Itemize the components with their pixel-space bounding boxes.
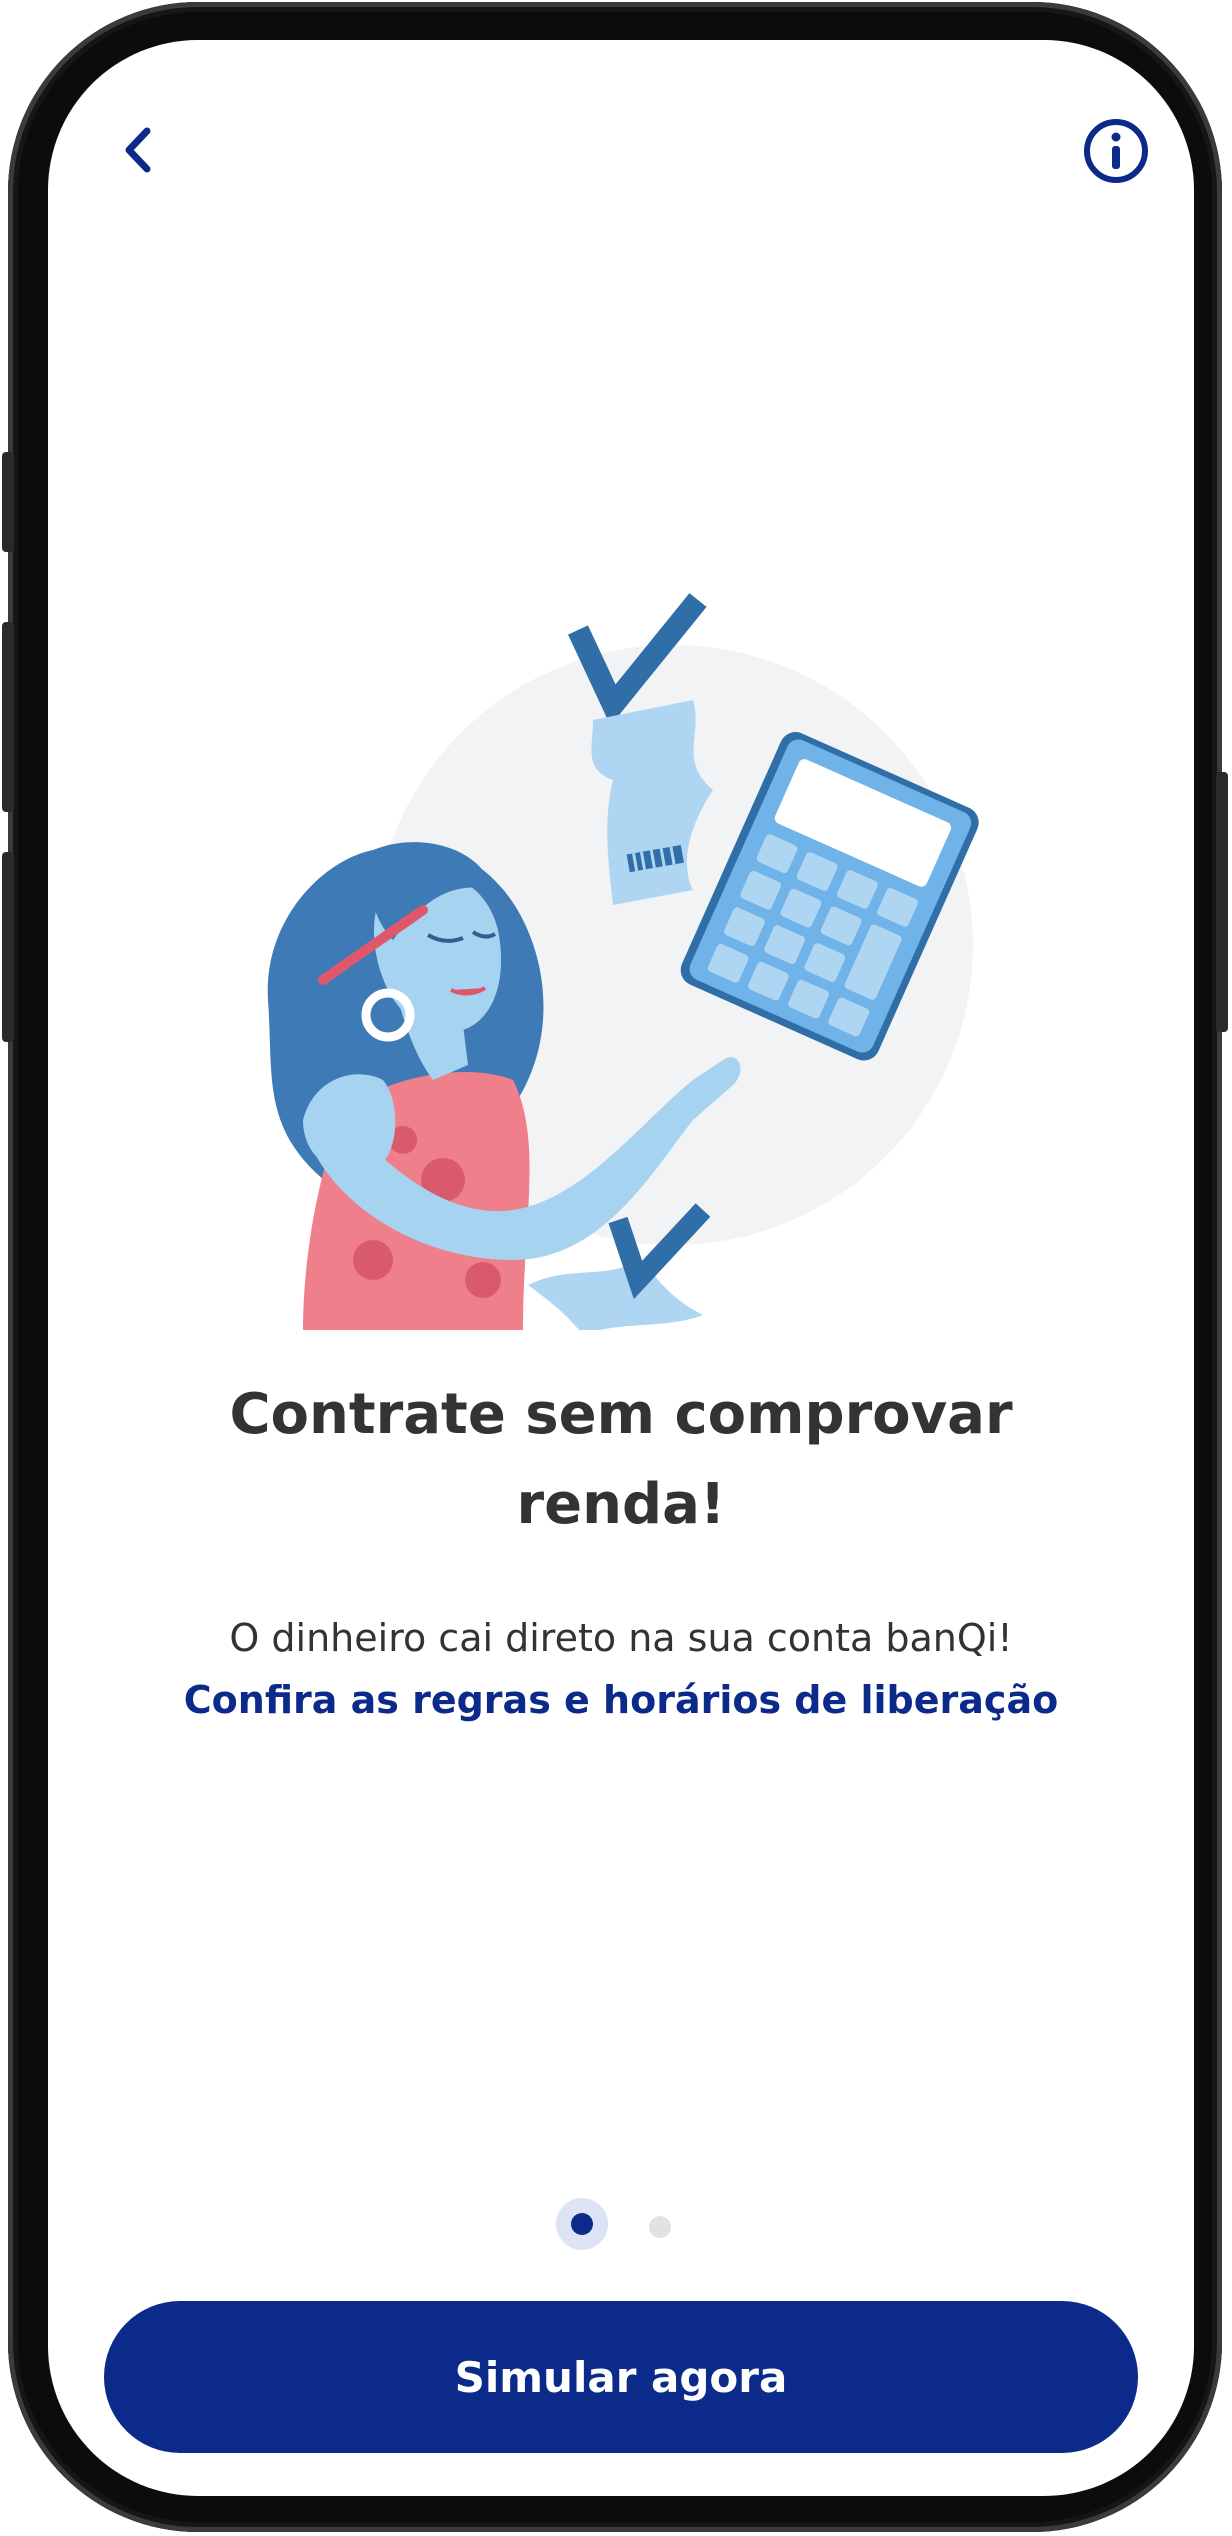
pagination-dot-active[interactable] (556, 2198, 608, 2250)
simulate-now-button[interactable]: Simular agora (104, 2301, 1138, 2453)
info-button[interactable] (1080, 115, 1152, 187)
woman-with-calculator-illustration (267, 593, 979, 1330)
power-button (1216, 772, 1228, 1032)
phone-frame: Contrate sem comprovar renda! O dinheiro… (2, 2, 1228, 2532)
back-button[interactable] (103, 115, 173, 185)
mute-switch (2, 452, 14, 552)
pagination-dot-active-fill (571, 2213, 593, 2235)
chevron-left-icon (125, 127, 151, 173)
pagination-dots (48, 2198, 1194, 2258)
pagination-dot-inactive[interactable] (649, 2216, 671, 2238)
volume-up-button (2, 622, 14, 812)
volume-down-button (2, 852, 14, 1042)
info-circle-icon (1084, 119, 1148, 183)
subtitle-text: O dinheiro cai direto na sua conta banQi… (229, 1616, 1013, 1660)
rules-link[interactable]: Confira as regras e horários de liberaçã… (108, 1670, 1134, 1730)
page-title: Contrate sem comprovar renda! (229, 1382, 1013, 1537)
app-screen: Contrate sem comprovar renda! O dinheiro… (48, 40, 1194, 2496)
